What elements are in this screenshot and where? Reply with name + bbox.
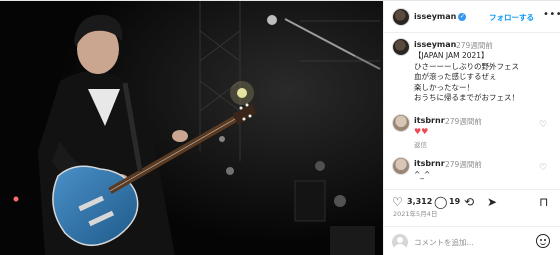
comment-item: itsbrnr 279週間前 ^_^ ♡	[384, 157, 560, 187]
comment-time[interactable]: 279週間前	[445, 159, 482, 170]
comment-like-icon[interactable]: ♡	[539, 120, 547, 130]
emoji-icon[interactable]	[536, 234, 550, 248]
post-photo[interactable]	[0, 1, 383, 255]
comment-composer	[384, 226, 560, 255]
author-username[interactable]: isseyman ✓	[414, 12, 467, 21]
comment-text: ♥♥	[414, 127, 429, 136]
caption-avatar[interactable]	[392, 38, 410, 56]
follow-button[interactable]: フォローする	[489, 12, 534, 23]
concert-photo-illustration	[0, 1, 383, 255]
bookmark-icon[interactable]: ⊓	[539, 195, 548, 209]
verified-icon: ✓	[458, 12, 467, 21]
author-avatar[interactable]	[392, 8, 410, 26]
heart-icon[interactable]: ♡	[392, 195, 403, 209]
author-username-text[interactable]: isseyman	[414, 12, 456, 21]
comment-text: ^_^	[414, 170, 431, 179]
more-icon[interactable]: •••	[543, 9, 560, 20]
send-icon[interactable]: ➤	[487, 195, 497, 209]
reply-button[interactable]: 返信	[414, 139, 427, 149]
caption-username[interactable]: isseyman	[414, 40, 456, 49]
caption-text: 【JAPAN JAM 2021】 ひさーーーしぶりの野外フェス 血が滾った感じす…	[414, 51, 519, 103]
comment-like-icon[interactable]: ♡	[539, 163, 547, 173]
comment-item: itsbrnr 279週間前 ♥♥ 返信 ♡	[384, 114, 560, 152]
caption-time[interactable]: 279週間前	[456, 40, 493, 51]
comment-time[interactable]: 279週間前	[445, 116, 482, 127]
share-icon[interactable]: ⟲	[464, 195, 474, 209]
instagram-post-card: isseyman✓ フォローする ••• isseyman 279週間前 【JA…	[0, 0, 560, 255]
commenter-avatar[interactable]	[392, 157, 410, 175]
viewer-avatar	[392, 234, 408, 250]
comments-count: 19	[449, 197, 461, 206]
post-date: 2021年5月4日	[393, 210, 438, 218]
commenter-username[interactable]: itsbrnr	[414, 116, 445, 125]
comment-input[interactable]	[414, 235, 529, 249]
post-header: isseyman✓ フォローする •••	[384, 1, 560, 33]
comment-icon[interactable]: ◯	[434, 195, 447, 209]
post-details-pane: isseyman✓ フォローする ••• isseyman 279週間前 【JA…	[383, 1, 560, 255]
likes-count[interactable]: 3,312	[407, 197, 432, 206]
commenter-username[interactable]: itsbrnr	[414, 159, 445, 168]
commenter-avatar[interactable]	[392, 114, 410, 132]
